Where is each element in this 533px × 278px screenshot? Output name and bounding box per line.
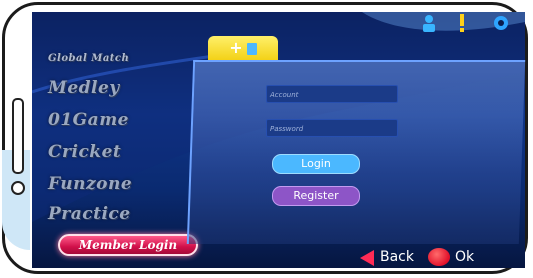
back-arrow-icon[interactable]	[360, 250, 374, 266]
book-icon	[246, 42, 257, 55]
plus-icon: +	[229, 38, 243, 57]
gear-icon[interactable]	[492, 14, 510, 32]
back-button[interactable]: Back	[380, 248, 414, 266]
menu-item-medley[interactable]: Medley	[48, 78, 168, 102]
phone-side-dot	[11, 181, 25, 195]
menu-item-funzone[interactable]: Funzone	[48, 174, 168, 198]
register-button[interactable]: Register	[272, 186, 360, 206]
phone-side-button	[12, 98, 24, 174]
menu-item-01game[interactable]: 01Game	[48, 110, 168, 134]
menu-item-member-login[interactable]: Member Login	[58, 234, 198, 256]
password-field[interactable]: Password	[266, 119, 398, 137]
account-field[interactable]: Account	[266, 85, 398, 103]
menu-item-global-match[interactable]: Global Match	[48, 53, 168, 77]
login-button[interactable]: Login	[272, 154, 360, 174]
exclamation-icon[interactable]	[459, 14, 465, 32]
ok-circle-icon[interactable]	[428, 248, 450, 266]
menu-item-cricket[interactable]: Cricket	[48, 142, 168, 166]
panel-tab[interactable]: +	[208, 36, 278, 62]
menu-item-practice[interactable]: Practice	[48, 204, 168, 228]
person-icon[interactable]	[422, 14, 436, 32]
ok-button[interactable]: Ok	[455, 248, 474, 266]
